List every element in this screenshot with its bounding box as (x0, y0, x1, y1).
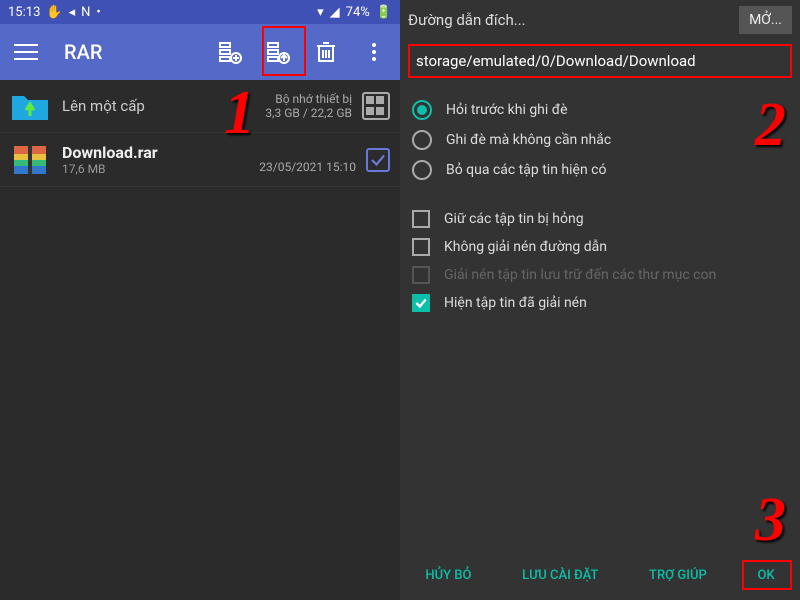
save-settings-button[interactable]: LƯU CÀI ĐẶT (518, 560, 602, 591)
check-label: Giải nén tập tin lưu trữ đến các thư mục… (444, 267, 716, 283)
storage-size: 3,3 GB / 22,2 GB (265, 106, 352, 120)
check-subfolders: Giải nén tập tin lưu trữ đến các thư mục… (412, 266, 788, 284)
check-label: Hiện tập tin đã giải nén (444, 295, 587, 311)
battery-icon: 🔋 (376, 5, 392, 20)
options-group: Hỏi trước khi ghi đè Ghi đè mà không cần… (400, 82, 800, 330)
file-date: 23/05/2021 15:10 (259, 160, 356, 174)
view-grid-icon[interactable] (362, 92, 390, 120)
app-title: RAR (64, 40, 200, 64)
radio-selected-icon (412, 100, 432, 120)
checkbox-disabled-icon (412, 266, 430, 284)
check-keep-broken[interactable]: Giữ các tập tin bị hỏng (412, 210, 788, 228)
netflix-icon: N (81, 5, 90, 20)
signal-icon: ◢ (330, 5, 340, 20)
radio-unselected-icon (412, 130, 432, 150)
storage-label: Bộ nhớ thiết bị (265, 92, 352, 106)
wifi-icon: ▾ (317, 5, 324, 20)
file-row[interactable]: Download.rar 17,6 MB 23/05/2021 15:10 (0, 133, 400, 187)
status-time: 15:13 (8, 5, 40, 20)
archive-add-icon[interactable] (212, 34, 248, 70)
hand-icon: ✋ (46, 5, 62, 20)
radio-skip-existing[interactable]: Bỏ qua các tập tin hiện có (412, 160, 788, 180)
checkbox-checked-icon (412, 294, 430, 312)
menu-icon[interactable] (8, 34, 44, 70)
help-button[interactable]: TRỢ GIÚP (645, 560, 711, 591)
status-bar: 15:13 ✋ ◂ N • ▾ ◢ 74% 🔋 (0, 0, 400, 24)
cancel-button[interactable]: HỦY BỎ (421, 560, 475, 591)
battery-percent: 74% (346, 5, 370, 20)
more-icon[interactable] (356, 34, 392, 70)
dot-icon: • (96, 5, 100, 20)
check-show-extracted[interactable]: Hiện tập tin đã giải nén (412, 294, 788, 312)
file-name: Download.rar (62, 143, 259, 162)
delete-icon[interactable] (308, 34, 344, 70)
checkbox-unchecked-icon (412, 210, 430, 228)
radio-label: Hỏi trước khi ghi đè (446, 102, 568, 118)
radio-unselected-icon (412, 160, 432, 180)
check-label: Không giải nén đường dẫn (444, 239, 607, 255)
annotation-3: 3 (755, 485, 786, 556)
bottom-button-bar: HỦY BỎ LƯU CÀI ĐẶT TRỢ GIÚP OK (400, 550, 800, 600)
up-one-level-row[interactable]: Lên một cấp Bộ nhớ thiết bị 3,3 GB / 22,… (0, 80, 400, 133)
extract-icon[interactable] (260, 34, 296, 70)
ok-button[interactable]: OK (753, 560, 778, 591)
folder-up-icon (10, 90, 50, 122)
file-size: 17,6 MB (62, 162, 259, 176)
arrow-left-icon: ◂ (69, 5, 76, 20)
radio-overwrite-no-ask[interactable]: Ghi đè mà không cần nhắc (412, 130, 788, 150)
destination-path[interactable]: storage/emulated/0/Download/Download (408, 44, 792, 78)
rar-file-list-screen: 15:13 ✋ ◂ N • ▾ ◢ 74% 🔋 RAR (0, 0, 400, 600)
app-bar: RAR (0, 24, 400, 80)
radio-label: Bỏ qua các tập tin hiện có (446, 162, 606, 178)
radio-label: Ghi đè mà không cần nhắc (446, 132, 611, 148)
checkbox-unchecked-icon (412, 238, 430, 256)
extract-options-screen: Đường dẫn đích... MỞ... storage/emulated… (400, 0, 800, 600)
rar-file-icon (10, 144, 50, 176)
up-label: Lên một cấp (62, 97, 265, 115)
check-label: Giữ các tập tin bị hỏng (444, 211, 584, 227)
destination-label: Đường dẫn đích... (408, 11, 731, 29)
radio-ask-overwrite[interactable]: Hỏi trước khi ghi đè (412, 100, 788, 120)
open-button[interactable]: MỞ... (739, 6, 792, 34)
file-checkbox[interactable] (366, 148, 390, 172)
check-no-paths[interactable]: Không giải nén đường dẫn (412, 238, 788, 256)
